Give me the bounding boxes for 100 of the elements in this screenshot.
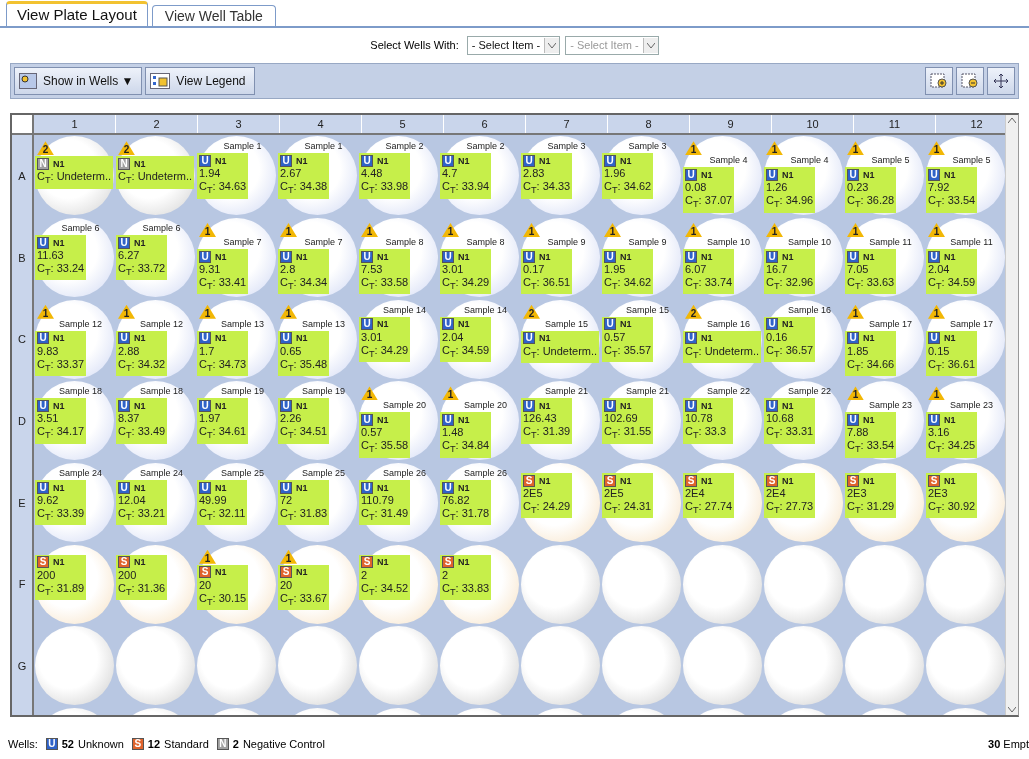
well[interactable]: 1 Sample 23 U N1 7.88 C$_{T}$: 33.54: [845, 381, 924, 461]
well[interactable]: S N1 200 C$_{T}$: 31.89: [35, 544, 114, 624]
quantity-value: 2.88: [118, 344, 141, 358]
well[interactable]: Sample 3 U N1 1.96 C$_{T}$: 34.62: [602, 136, 681, 216]
well[interactable]: Sample 19 U N1 1.97 C$_{T}$: 34.61: [197, 381, 276, 461]
well[interactable]: Sample 25 U N1 49.99 C$_{T}$: 32.11: [197, 463, 276, 543]
select-dropdown[interactable]: - Select Item -: [466, 35, 561, 55]
well[interactable]: Sample 24 U N1 9.62 C$_{T}$: 33.39: [35, 463, 114, 543]
well[interactable]: 1 Sample 4 U N1 1.26 C$_{T}$: 34.96: [764, 136, 843, 216]
well-count: 2: [232, 738, 239, 750]
view-legend-button[interactable]: View Legend: [145, 67, 255, 95]
quantity-value: 3.51: [37, 412, 60, 426]
warning-flag: 1: [685, 223, 702, 238]
well[interactable]: 1 S N1 20 C$_{T}$: 30.15: [197, 544, 276, 624]
well[interactable]: 1 Sample 4 U N1 0.08 C$_{T}$: 37.07: [683, 136, 762, 216]
well[interactable]: Sample 1 U N1 2.67 C$_{T}$: 34.38: [278, 136, 357, 216]
well[interactable]: Sample 2 U N1 4.48 C$_{T}$: 33.98: [359, 136, 438, 216]
well[interactable]: S N1 2E3 C$_{T}$: 30.92: [926, 463, 1005, 543]
well[interactable]: Sample 22 U N1 10.68 C$_{T}$: 33.31: [764, 381, 843, 461]
ct-value: C$_{T}$: 33.39: [37, 507, 85, 525]
well[interactable]: 2 Sample 15 U N1 C$_{T}$: Undeterm..: [521, 299, 600, 379]
tab[interactable]: View Well Table: [151, 5, 276, 26]
well[interactable]: Sample 26 U N1 76.82 C$_{T}$: 31.78: [440, 463, 519, 543]
well[interactable]: 1 S N1 20 C$_{T}$: 33.67: [278, 544, 357, 624]
tab[interactable]: View Plate Layout: [6, 1, 148, 26]
show-in-wells-button[interactable]: Show in Wells ▼: [14, 67, 143, 95]
quantity-value: 0.17: [523, 263, 546, 277]
warning-flag: 1: [604, 223, 621, 238]
task-badge: S: [37, 556, 49, 569]
well[interactable]: Sample 16 U N1 0.16 C$_{T}$: 36.57: [764, 299, 843, 379]
well[interactable]: Sample 2 U N1 4.7 C$_{T}$: 33.94: [440, 136, 519, 216]
well[interactable]: 1 Sample 17 U N1 1.85 C$_{T}$: 34.66: [845, 299, 924, 379]
well[interactable]: Sample 3 U N1 2.83 C$_{T}$: 34.33: [521, 136, 600, 216]
task-badge: U: [280, 154, 292, 167]
well[interactable]: 1 Sample 23 U N1 3.16 C$_{T}$: 34.25: [926, 381, 1005, 461]
task-badge: U: [442, 154, 454, 167]
well[interactable]: Sample 18 U N1 8.37 C$_{T}$: 33.49: [116, 381, 195, 461]
well[interactable]: S N1 2E5 C$_{T}$: 24.29: [521, 463, 600, 543]
well[interactable]: Sample 18 U N1 3.51 C$_{T}$: 34.17: [35, 381, 114, 461]
well[interactable]: S N1 2E5 C$_{T}$: 24.31: [602, 463, 681, 543]
well[interactable]: Sample 26 U N1 110.79 C$_{T}$: 31.49: [359, 463, 438, 543]
zoom-in-button[interactable]: [925, 67, 953, 95]
well[interactable]: 1 Sample 11 U N1 7.05 C$_{T}$: 33.63: [845, 218, 924, 298]
well[interactable]: 1 Sample 7 U N1 2.8 C$_{T}$: 34.34: [278, 218, 357, 298]
well[interactable]: S N1 2E4 C$_{T}$: 27.73: [764, 463, 843, 543]
quantity-value: 2.26: [280, 412, 303, 426]
quantity-value: 1.97: [199, 412, 222, 426]
task-badge: U: [604, 154, 616, 167]
target-name: N1: [458, 319, 470, 330]
well[interactable]: 1 Sample 10 U N1 6.07 C$_{T}$: 33.74: [683, 218, 762, 298]
well[interactable]: Sample 14 U N1 2.04 C$_{T}$: 34.59: [440, 299, 519, 379]
target-name: N1: [944, 251, 956, 262]
well[interactable]: 1 Sample 5 U N1 7.92 C$_{T}$: 33.54: [926, 136, 1005, 216]
well[interactable]: Sample 21 U N1 126.43 C$_{T}$: 31.39: [521, 381, 600, 461]
well[interactable]: 2 Sample 16 U N1 C$_{T}$: Undeterm..: [683, 299, 762, 379]
quantity-value: 9.31: [199, 263, 222, 277]
well[interactable]: Sample 21 U N1 102.69 C$_{T}$: 31.55: [602, 381, 681, 461]
well[interactable]: 2 N N1 C$_{T}$: Undeterm..: [116, 136, 195, 216]
well[interactable]: 1 Sample 20 U N1 0.57 C$_{T}$: 35.58: [359, 381, 438, 461]
sample-name: Sample 22: [707, 386, 750, 398]
well[interactable]: S N1 2E3 C$_{T}$: 31.29: [845, 463, 924, 543]
column-header: 1: [34, 115, 116, 133]
well[interactable]: Sample 6 U N1 11.63 C$_{T}$: 33.24: [35, 218, 114, 298]
well[interactable]: 1 Sample 13 U N1 0.65 C$_{T}$: 35.48: [278, 299, 357, 379]
well[interactable]: 1 Sample 9 U N1 1.95 C$_{T}$: 34.62: [602, 218, 681, 298]
well[interactable]: S N1 200 C$_{T}$: 31.36: [116, 544, 195, 624]
well[interactable]: 1 Sample 9 U N1 0.17 C$_{T}$: 36.51: [521, 218, 600, 298]
well[interactable]: 1 Sample 10 U N1 16.7 C$_{T}$: 32.96: [764, 218, 843, 298]
well[interactable]: Sample 19 U N1 2.26 C$_{T}$: 34.51: [278, 381, 357, 461]
quantity-value: 6.27: [118, 249, 141, 263]
well[interactable]: Sample 25 U N1 72 C$_{T}$: 31.83: [278, 463, 357, 543]
well[interactable]: Sample 6 U N1 6.27 C$_{T}$: 33.72: [116, 218, 195, 298]
well[interactable]: 1 Sample 13 U N1 1.7 C$_{T}$: 34.73: [197, 299, 276, 379]
well[interactable]: 1 Sample 17 U N1 0.15 C$_{T}$: 36.61: [926, 299, 1005, 379]
well[interactable]: 1 Sample 20 U N1 1.48 C$_{T}$: 34.84: [440, 381, 519, 461]
task-badge: U: [280, 332, 292, 345]
well[interactable]: 1 Sample 8 U N1 7.53 C$_{T}$: 33.58: [359, 218, 438, 298]
quantity-value: 1.94: [199, 167, 222, 181]
well[interactable]: Sample 1 U N1 1.94 C$_{T}$: 34.63: [197, 136, 276, 216]
well[interactable]: 1 Sample 12 U N1 9.83 C$_{T}$: 33.37: [35, 299, 114, 379]
well[interactable]: Sample 22 U N1 10.78 C$_{T}$: 33.3: [683, 381, 762, 461]
zoom-out-button[interactable]: [956, 67, 984, 95]
well[interactable]: Sample 24 U N1 12.04 C$_{T}$: 33.21: [116, 463, 195, 543]
well[interactable]: S N1 2E4 C$_{T}$: 27.74: [683, 463, 762, 543]
ct-value: C$_{T}$: 30.15: [199, 591, 247, 609]
sample-name: Sample 21: [545, 386, 588, 398]
well[interactable]: S N1 2 C$_{T}$: 33.83: [440, 544, 519, 624]
well[interactable]: 2 N N1 C$_{T}$: Undeterm..: [35, 136, 114, 216]
well[interactable]: 1 Sample 5 U N1 0.23 C$_{T}$: 36.28: [845, 136, 924, 216]
quantity-value: 2E4: [685, 487, 706, 501]
well[interactable]: 1 Sample 7 U N1 9.31 C$_{T}$: 33.41: [197, 218, 276, 298]
task-badge: S: [604, 474, 616, 487]
well[interactable]: S N1 2 C$_{T}$: 34.52: [359, 544, 438, 624]
well[interactable]: Sample 15 U N1 0.57 C$_{T}$: 35.57: [602, 299, 681, 379]
well[interactable]: 1 Sample 8 U N1 3.01 C$_{T}$: 34.29: [440, 218, 519, 298]
fit-button[interactable]: [987, 67, 1015, 95]
scrollbar[interactable]: [1005, 115, 1018, 715]
well[interactable]: Sample 14 U N1 3.01 C$_{T}$: 34.29: [359, 299, 438, 379]
well[interactable]: 1 Sample 12 U N1 2.88 C$_{T}$: 34.32: [116, 299, 195, 379]
well[interactable]: 1 Sample 11 U N1 2.04 C$_{T}$: 34.59: [926, 218, 1005, 298]
